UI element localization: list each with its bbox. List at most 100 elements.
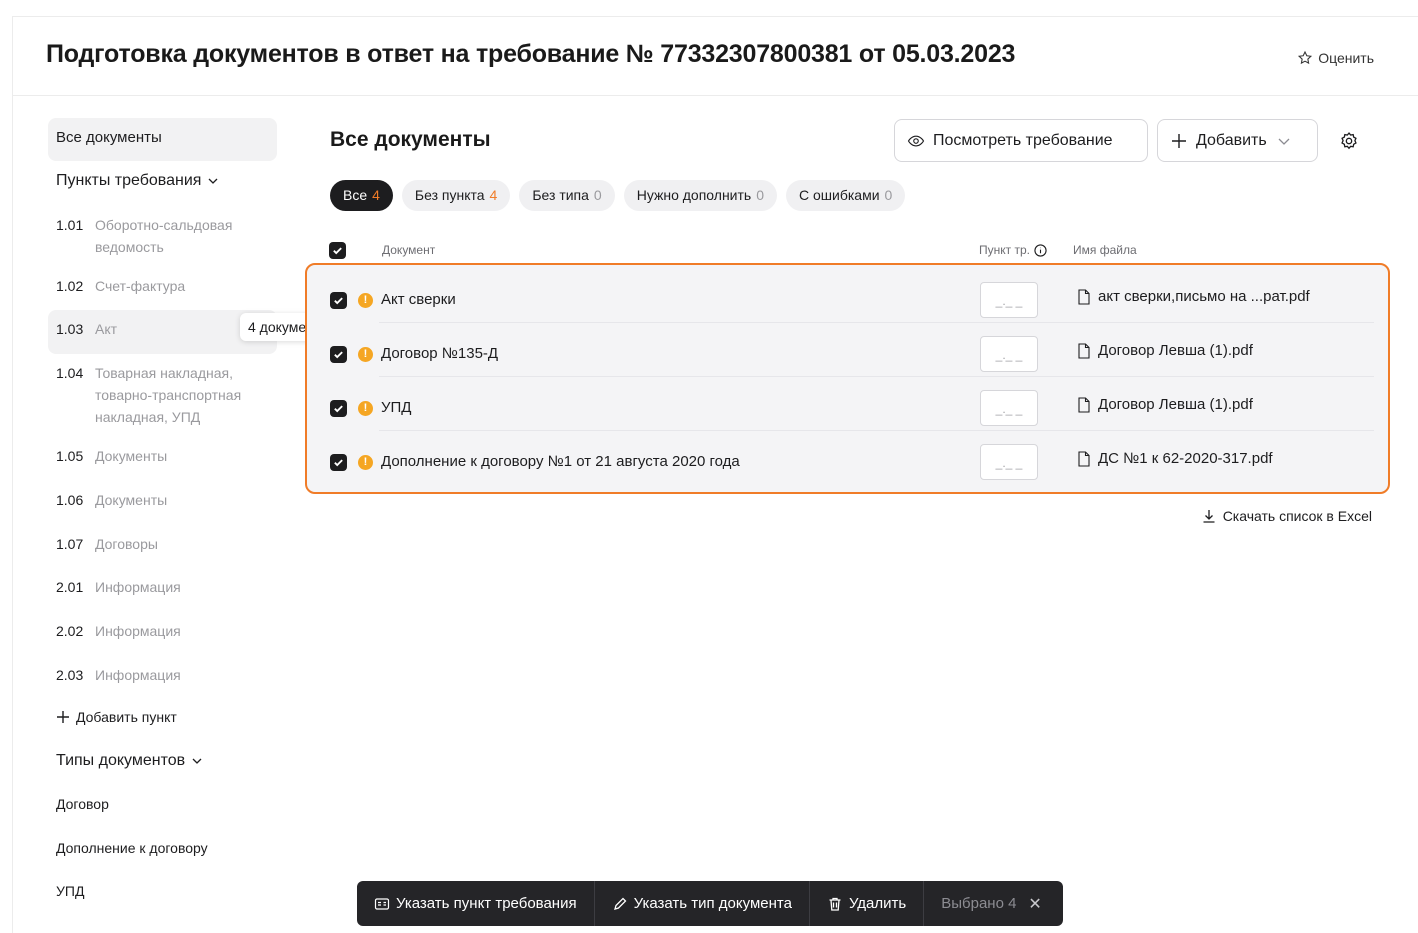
checkmark-icon [334, 351, 343, 359]
sidebar-item-1-04[interactable]: 1.04 Товарная накладная, товарно-транспо… [56, 362, 256, 428]
close-icon[interactable]: ✕ [1028, 894, 1041, 914]
table-row[interactable]: ! Договор №135-Д _._ _ Договор Левша (1)… [307, 323, 1388, 377]
chip-count: 4 [372, 187, 380, 203]
point-input[interactable]: _._ _ [980, 390, 1038, 426]
sidebar-item-1-02[interactable]: 1.02 Счет-фактура [56, 275, 256, 297]
sidebar-item-1-07[interactable]: 1.07 Договоры [56, 533, 256, 555]
file-icon [1078, 450, 1090, 467]
page-title: Подготовка документов в ответ на требова… [46, 40, 1016, 68]
sidebar-item-1-06[interactable]: 1.06 Документы [56, 489, 256, 511]
delete-button[interactable]: Удалить [810, 881, 925, 926]
item-label: Документы [95, 448, 168, 464]
item-number: 1.03 [56, 321, 84, 337]
sidebar-item-2-02[interactable]: 2.02 Информация [56, 620, 256, 642]
add-point-button[interactable]: Добавить пункт [56, 709, 177, 725]
set-document-type-button[interactable]: Указать тип документа [595, 881, 810, 926]
file-name: Договор Левша (1).pdf [1098, 396, 1253, 413]
filter-chip-no-point[interactable]: Без пункта 4 [401, 180, 511, 211]
item-label: Информация [95, 667, 181, 683]
sidebar-item-1-01[interactable]: 1.01 Оборотно-сальдовая ведомость [56, 214, 256, 258]
view-requirement-label: Посмотреть требование [933, 131, 1113, 149]
row-checkbox[interactable] [330, 400, 347, 417]
file-link[interactable]: Договор Левша (1).pdf [1077, 396, 1253, 413]
table-row[interactable]: ! УПД _._ _ Договор Левша (1).pdf [307, 377, 1388, 431]
chip-count: 0 [593, 187, 602, 203]
item-label: Документы [95, 492, 168, 508]
column-header-point: Пункт тр. [979, 243, 1047, 257]
rate-label: Оценить [1318, 50, 1374, 66]
sidebar: Все документы Пункты требования 1.01 Обо… [48, 118, 336, 899]
filter-chips: Все 4 Без пункта 4 Без типа 0 Нужно дополни… [330, 180, 906, 211]
main-title: Все документы [330, 128, 491, 151]
filter-chip-needs-completion[interactable]: Нужно дополнить 0 [623, 180, 777, 211]
chip-label: Нужно дополнить [636, 187, 752, 203]
add-button[interactable]: Добавить [1157, 119, 1318, 162]
section-title: Типы документов [56, 752, 186, 769]
plus-icon [1172, 133, 1186, 148]
file-icon [1078, 342, 1090, 359]
checkmark-icon [334, 297, 343, 305]
filter-chip-all[interactable]: Все 4 [330, 180, 393, 211]
document-name: УПД [381, 399, 412, 416]
chip-label: С ошибками [799, 187, 880, 203]
table-row[interactable]: ! Дополнение к договору №1 от 21 августа… [307, 431, 1388, 485]
point-input[interactable]: _._ _ [980, 282, 1038, 318]
section-title: Пункты требования [56, 172, 202, 189]
sidebar-all-documents[interactable]: Все документы [48, 118, 277, 161]
file-icon [1078, 396, 1090, 413]
column-label: Имя файла [1073, 243, 1137, 257]
item-number: 2.03 [56, 667, 84, 683]
table-row[interactable]: ! Акт сверки _._ _ акт сверки,письмо на … [307, 269, 1388, 323]
item-number: 1.06 [56, 492, 84, 508]
chevron-down-icon [208, 178, 218, 184]
document-name: Договор №135-Д [381, 345, 499, 362]
item-label: Счет-фактура [95, 278, 186, 294]
page-header: Подготовка документов в ответ на требова… [12, 16, 1418, 96]
gear-icon[interactable] [1339, 131, 1359, 151]
file-name: Договор Левша (1).pdf [1098, 342, 1253, 359]
download-excel-link[interactable]: Скачать список в Excel [1201, 508, 1372, 524]
sidebar-item-1-05[interactable]: 1.05 Документы [56, 445, 256, 467]
chip-label: Без типа [532, 187, 589, 203]
view-requirement-button[interactable]: Посмотреть требование [894, 119, 1148, 162]
chevron-down-icon [1278, 138, 1290, 145]
warning-icon: ! [358, 401, 373, 416]
sidebar-item-2-01[interactable]: 2.01 Информация [56, 576, 256, 598]
point-input[interactable]: _._ _ [980, 336, 1038, 372]
info-icon[interactable] [1034, 243, 1047, 257]
file-link[interactable]: ДС №1 к 62-2020-317.pdf [1077, 450, 1273, 467]
sidebar-section-doc-types[interactable]: Типы документов [56, 752, 203, 770]
item-label: Информация [95, 579, 181, 595]
row-checkbox[interactable] [330, 454, 347, 471]
select-all-checkbox[interactable] [329, 242, 346, 259]
warning-icon: ! [358, 293, 373, 308]
rate-button[interactable]: Оценить [1297, 50, 1374, 66]
document-name: Акт сверки [381, 291, 456, 308]
delete-label: Удалить [848, 895, 907, 912]
sidebar-item-1-03[interactable]: 1.03 Акт [56, 318, 256, 340]
sidebar-item-2-03[interactable]: 2.03 Информация [56, 664, 256, 686]
document-name: Дополнение к договору №1 от 21 августа 2… [381, 453, 740, 470]
sidebar-section-requirement-points[interactable]: Пункты требования [56, 172, 219, 190]
set-requirement-point-button[interactable]: Указать пункт требования [357, 881, 595, 926]
point-input[interactable]: _._ _ [980, 444, 1038, 480]
row-checkbox[interactable] [330, 346, 347, 363]
column-label: Пункт тр. [979, 243, 1030, 257]
file-icon [1078, 288, 1090, 305]
item-number: 1.01 [56, 217, 84, 233]
documents-table: ! Акт сверки _._ _ акт сверки,письмо на … [305, 263, 1390, 494]
warning-icon: ! [358, 347, 373, 362]
filter-chip-errors[interactable]: С ошибками 0 [786, 180, 906, 211]
file-link[interactable]: Договор Левша (1).pdf [1077, 342, 1253, 359]
sidebar-type-addendum[interactable]: Дополнение к договору [56, 840, 208, 856]
download-icon [1203, 510, 1215, 523]
download-excel-label: Скачать список в Excel [1222, 508, 1372, 524]
sidebar-type-dogovor[interactable]: Договор [56, 796, 109, 812]
item-number: 1.07 [56, 536, 84, 552]
item-number: 2.01 [56, 579, 84, 595]
filter-chip-no-type[interactable]: Без типа 0 [519, 180, 615, 211]
file-link[interactable]: акт сверки,письмо на ...рат.pdf [1077, 288, 1310, 305]
star-icon [1298, 50, 1313, 65]
row-checkbox[interactable] [330, 292, 347, 309]
sidebar-type-upd[interactable]: УПД [56, 883, 84, 899]
